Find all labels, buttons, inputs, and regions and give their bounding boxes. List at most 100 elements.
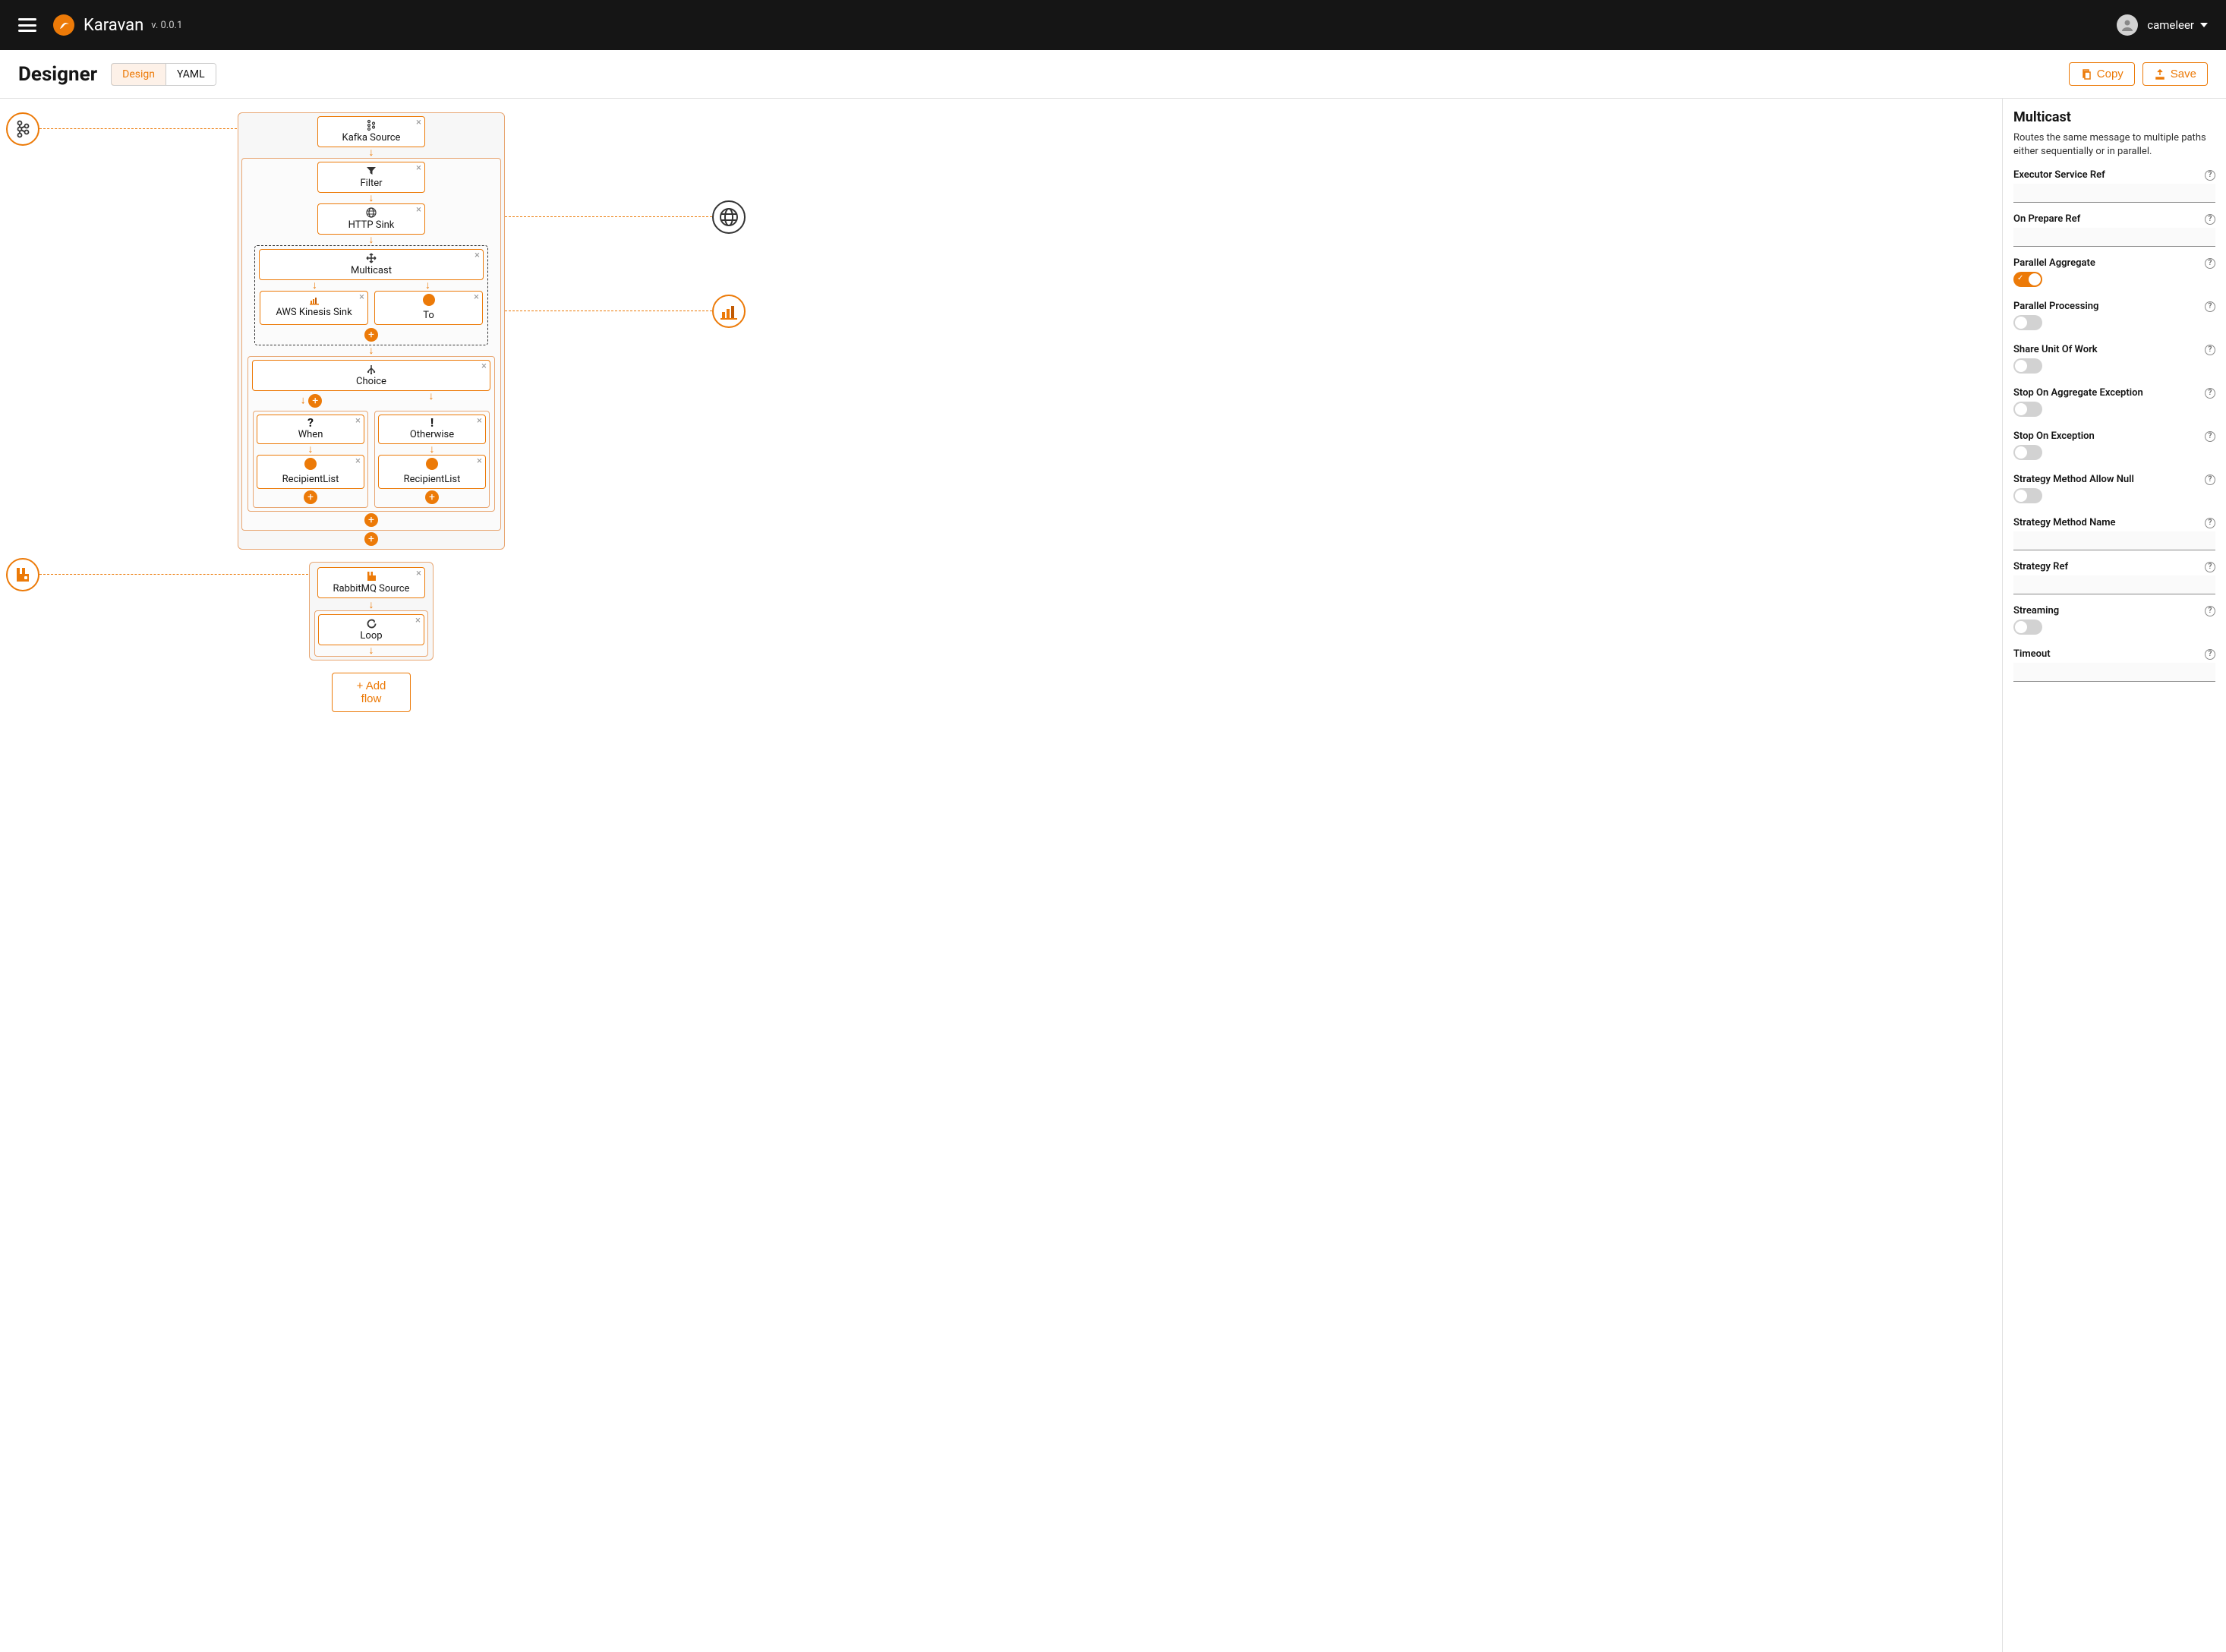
arrow-down-icon: [244, 194, 499, 202]
prop-field: Timeout?: [2013, 648, 2215, 682]
node-loop[interactable]: × Loop: [318, 614, 424, 645]
help-icon[interactable]: ?: [2205, 562, 2215, 572]
close-icon[interactable]: ×: [477, 456, 482, 466]
kafka-side-icon: [6, 112, 39, 146]
flow-canvas[interactable]: × Kafka Source × Filter × HTTP Sink: [0, 99, 2002, 1652]
toggle-switch[interactable]: [2013, 488, 2042, 503]
add-step-button[interactable]: +: [308, 394, 322, 408]
field-label: On Prepare Ref: [2013, 213, 2080, 225]
text-input[interactable]: [2013, 531, 2215, 550]
save-label: Save: [2171, 68, 2196, 80]
add-step-button[interactable]: +: [364, 328, 378, 342]
tab-yaml[interactable]: YAML: [166, 64, 216, 85]
node-label: RecipientList: [385, 474, 479, 485]
toggle-switch[interactable]: [2013, 620, 2042, 635]
close-icon[interactable]: ×: [474, 292, 479, 302]
close-icon[interactable]: ×: [355, 456, 361, 466]
node-choice[interactable]: × Choice: [252, 360, 490, 391]
flow-1[interactable]: × Kafka Source × Filter × HTTP Sink: [238, 112, 505, 550]
menu-icon[interactable]: [18, 18, 36, 32]
help-icon[interactable]: ?: [2205, 170, 2215, 181]
help-icon[interactable]: ?: [2205, 388, 2215, 399]
question-icon: ?: [263, 418, 358, 428]
chevron-down-icon[interactable]: [2200, 23, 2208, 27]
help-icon[interactable]: ?: [2205, 431, 2215, 442]
help-icon[interactable]: ?: [2205, 345, 2215, 355]
choice-icon: [366, 363, 377, 375]
camel-icon: [426, 458, 438, 470]
loop-container: × Loop: [314, 610, 428, 657]
help-icon[interactable]: ?: [2205, 606, 2215, 616]
prop-field: On Prepare Ref?: [2013, 213, 2215, 247]
node-to[interactable]: × To: [374, 291, 483, 325]
add-flow-button[interactable]: + Add flow: [332, 673, 411, 712]
node-aws-kinesis-sink[interactable]: × AWS Kinesis Sink: [260, 291, 368, 325]
properties-panel: Multicast Routes the same message to mul…: [2002, 99, 2226, 1652]
help-icon[interactable]: ?: [2205, 258, 2215, 269]
kinesis-icon: [309, 294, 320, 306]
props-description: Routes the same message to multiple path…: [2013, 131, 2215, 159]
save-button[interactable]: Save: [2142, 62, 2208, 86]
avatar-icon[interactable]: [2117, 14, 2138, 36]
arrow-down-icon: [244, 236, 499, 244]
add-step-button[interactable]: +: [425, 490, 439, 504]
node-recipient-list-2[interactable]: × RecipientList: [378, 455, 486, 489]
toggle-switch[interactable]: [2013, 272, 2042, 287]
node-kafka-source[interactable]: × Kafka Source: [317, 116, 425, 147]
tab-design[interactable]: Design: [111, 63, 166, 86]
close-icon[interactable]: ×: [416, 205, 421, 215]
help-icon[interactable]: ?: [2205, 301, 2215, 312]
node-recipient-list-1[interactable]: × RecipientList: [257, 455, 364, 489]
field-label: Strategy Method Allow Null: [2013, 474, 2134, 485]
help-icon[interactable]: ?: [2205, 518, 2215, 528]
text-input[interactable]: [2013, 184, 2215, 203]
help-icon[interactable]: ?: [2205, 474, 2215, 485]
close-icon[interactable]: ×: [415, 616, 421, 626]
rabbitmq-icon: [366, 570, 377, 582]
close-icon[interactable]: ×: [416, 569, 421, 579]
add-step-button[interactable]: +: [364, 532, 378, 546]
field-label: Parallel Aggregate: [2013, 257, 2095, 269]
text-input[interactable]: [2013, 575, 2215, 594]
arrow-down-icon: [255, 446, 366, 453]
field-label: Timeout: [2013, 648, 2051, 660]
app-logo-icon: [53, 14, 74, 36]
node-http-sink[interactable]: × HTTP Sink: [317, 203, 425, 235]
node-rabbitmq-source[interactable]: × RabbitMQ Source: [317, 567, 425, 598]
text-input[interactable]: [2013, 663, 2215, 682]
add-step-button[interactable]: +: [364, 513, 378, 527]
toggle-switch[interactable]: [2013, 402, 2042, 417]
close-icon[interactable]: ×: [481, 361, 487, 371]
close-icon[interactable]: ×: [416, 118, 421, 128]
kinesis-side-icon: [712, 295, 746, 328]
node-otherwise[interactable]: × ! Otherwise: [378, 415, 486, 444]
copy-button[interactable]: Copy: [2069, 62, 2135, 86]
node-multicast[interactable]: × Multicast: [259, 249, 484, 280]
text-input[interactable]: [2013, 228, 2215, 247]
upload-icon: [2154, 68, 2166, 80]
help-icon[interactable]: ?: [2205, 649, 2215, 660]
toggle-switch[interactable]: [2013, 358, 2042, 374]
node-filter[interactable]: × Filter: [317, 162, 425, 193]
arrow-down-icon: [311, 601, 431, 609]
prop-field: Strategy Method Name?: [2013, 517, 2215, 550]
app-version: v. 0.0.1: [151, 20, 182, 31]
add-step-button[interactable]: +: [304, 490, 317, 504]
node-when[interactable]: × ? When: [257, 415, 364, 444]
exclamation-icon: !: [385, 418, 479, 428]
copy-label: Copy: [2097, 68, 2124, 80]
node-multicast-container[interactable]: × Multicast × AWS Kinesis Sink: [254, 245, 488, 345]
node-choice-container[interactable]: × Choice ↓ + × ? When: [248, 356, 495, 512]
close-icon[interactable]: ×: [359, 292, 364, 302]
close-icon[interactable]: ×: [416, 163, 421, 173]
flow-2[interactable]: × RabbitMQ Source × Loop: [309, 562, 434, 660]
close-icon[interactable]: ×: [477, 416, 482, 426]
node-label: Loop: [325, 630, 418, 642]
close-icon[interactable]: ×: [355, 416, 361, 426]
help-icon[interactable]: ?: [2205, 214, 2215, 225]
user-name[interactable]: cameleer: [2147, 18, 2194, 32]
globe-icon: [366, 206, 377, 219]
close-icon[interactable]: ×: [475, 251, 480, 260]
toggle-switch[interactable]: [2013, 445, 2042, 460]
toggle-switch[interactable]: [2013, 315, 2042, 330]
